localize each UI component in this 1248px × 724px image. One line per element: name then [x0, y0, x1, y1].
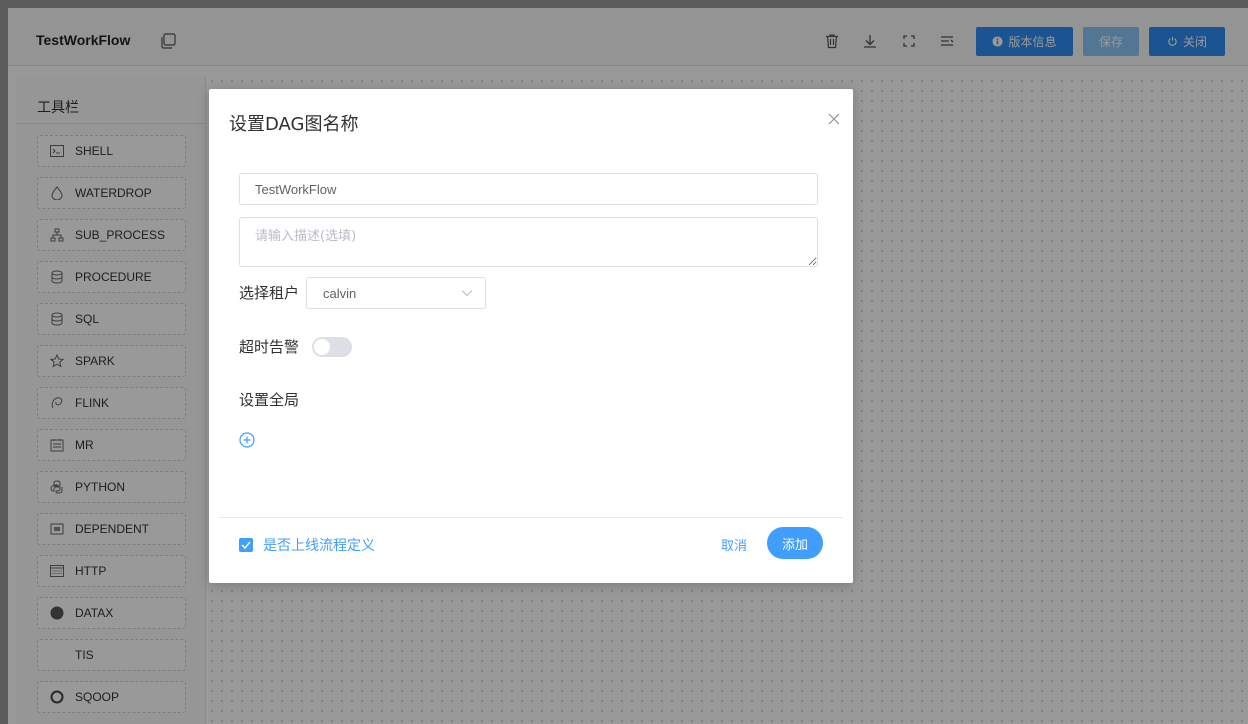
- close-icon[interactable]: [828, 113, 840, 125]
- tenant-value: calvin: [323, 285, 357, 301]
- add-button[interactable]: 添加: [767, 527, 823, 559]
- check-icon: [241, 541, 251, 549]
- timeout-alarm-label: 超时告警: [239, 338, 300, 356]
- add-circle-icon[interactable]: [239, 432, 255, 448]
- timeout-alarm-switch[interactable]: [312, 337, 352, 357]
- tenant-label: 选择租户: [239, 284, 300, 302]
- chevron-down-icon: [461, 290, 473, 297]
- cancel-button[interactable]: 取消: [721, 535, 747, 554]
- workflow-name-input[interactable]: [239, 173, 818, 205]
- online-checkbox-label[interactable]: 是否上线流程定义: [263, 535, 375, 555]
- global-params-label: 设置全局: [239, 391, 300, 409]
- footer-divider: [219, 517, 843, 518]
- online-checkbox[interactable]: [239, 538, 253, 552]
- dag-name-dialog: 设置DAG图名称 选择租户 calvin 超时告警 设置全局 是否上线流程定义 …: [209, 89, 853, 583]
- switch-knob: [314, 339, 330, 355]
- dialog-title: 设置DAG图名称: [229, 114, 359, 135]
- description-textarea[interactable]: [239, 217, 818, 267]
- tenant-select[interactable]: calvin: [306, 277, 486, 309]
